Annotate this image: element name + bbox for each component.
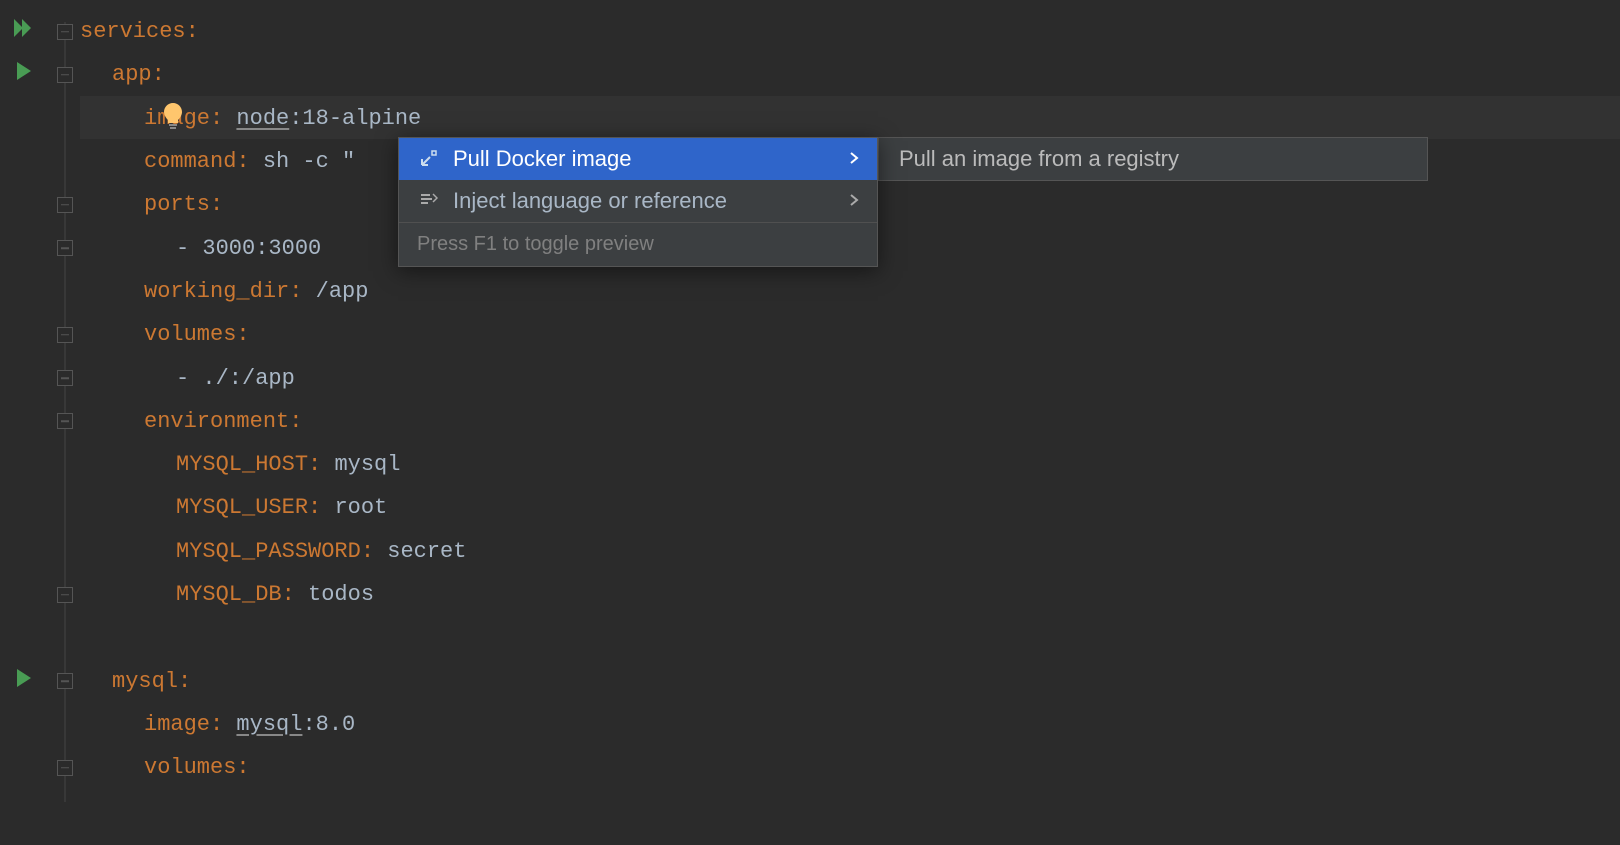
popup-item-label: Pull Docker image <box>453 146 632 172</box>
fold-handle[interactable] <box>57 24 73 40</box>
popup-item-inject-language[interactable]: Inject language or reference <box>399 180 877 222</box>
intention-actions-popup: Pull Docker image Inject language or ref… <box>398 137 878 267</box>
run-service-icon[interactable] <box>17 669 33 694</box>
code-line <box>80 616 1620 659</box>
code-line: MYSQL_DB: todos <box>80 573 1620 616</box>
run-all-icon[interactable] <box>14 19 36 44</box>
code-line: MYSQL_HOST: mysql <box>80 443 1620 486</box>
fold-handle[interactable] <box>57 673 73 689</box>
fold-handle[interactable] <box>57 327 73 343</box>
code-editor[interactable]: services: app: image: node:18-alpine com… <box>0 0 1620 845</box>
chevron-right-icon <box>849 191 859 212</box>
chevron-right-icon <box>849 149 859 170</box>
code-line: app: <box>80 53 1620 96</box>
code-line: image: mysql:8.0 <box>80 703 1620 746</box>
intention-bulb-icon[interactable] <box>30 76 184 161</box>
inject-icon <box>417 191 439 211</box>
code-line: volumes: <box>80 746 1620 789</box>
pull-arrow-icon <box>417 149 439 169</box>
fold-handle[interactable] <box>57 760 73 776</box>
fold-handle[interactable] <box>57 587 73 603</box>
code-line: services: <box>80 10 1620 53</box>
code-line: image: node:18-alpine <box>80 97 1620 140</box>
code-line: working_dir: /app <box>80 270 1620 313</box>
fold-handle[interactable] <box>57 370 73 386</box>
fold-handle[interactable] <box>57 240 73 256</box>
fold-handle[interactable] <box>57 413 73 429</box>
action-description-tooltip: Pull an image from a registry <box>878 137 1428 181</box>
fold-handle[interactable] <box>57 67 73 83</box>
code-content-area[interactable]: services: app: image: node:18-alpine com… <box>80 0 1620 845</box>
code-line: MYSQL_USER: root <box>80 486 1620 529</box>
code-line: MYSQL_PASSWORD: secret <box>80 530 1620 573</box>
code-line: mysql: <box>80 659 1620 702</box>
code-line: - ./:/app <box>80 356 1620 399</box>
popup-item-pull-docker-image[interactable]: Pull Docker image <box>399 138 877 180</box>
code-line: environment: <box>80 400 1620 443</box>
code-line: volumes: <box>80 313 1620 356</box>
popup-hint-text: Press F1 to toggle preview <box>399 222 877 266</box>
fold-handle[interactable] <box>57 197 73 213</box>
popup-item-label: Inject language or reference <box>453 188 727 214</box>
